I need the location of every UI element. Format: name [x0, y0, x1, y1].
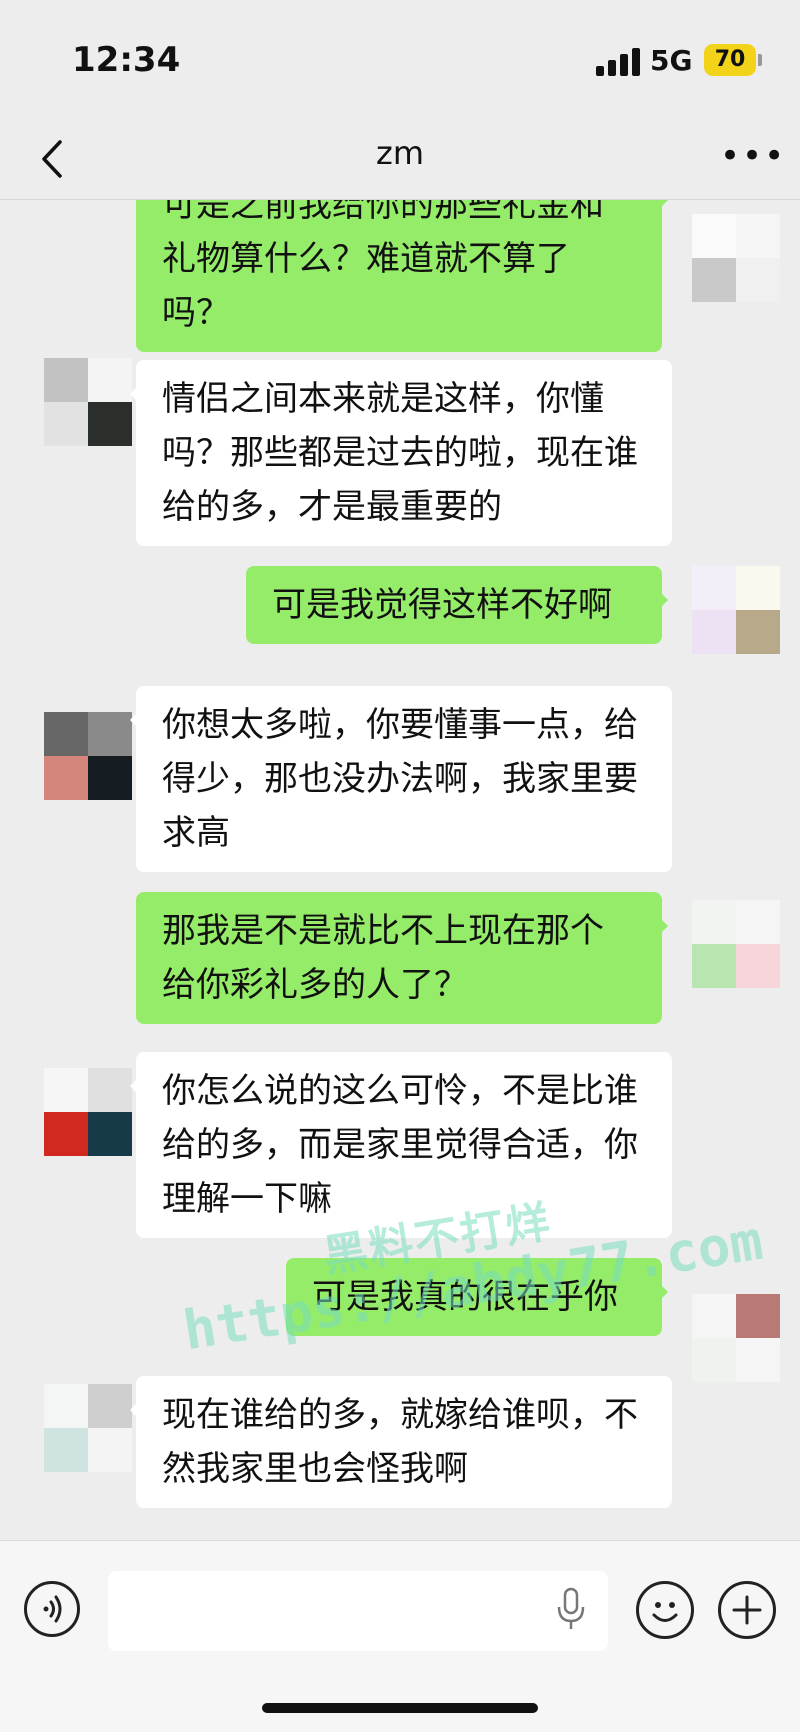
message-received[interactable]: 你怎么说的这么可怜，不是比谁给的多，而是家里觉得合适，你理解一下嘛: [130, 1052, 672, 1238]
my-avatar[interactable]: [692, 566, 780, 654]
message-text: 你怎么说的这么可怜，不是比谁给的多，而是家里觉得合适，你理解一下嘛: [162, 1071, 638, 1219]
message-text: 现在谁给的多，就嫁给谁呗，不然我家里也会怪我啊: [162, 1395, 638, 1489]
contact-avatar[interactable]: [44, 1068, 132, 1156]
message-text: 可是我觉得这样不好啊: [272, 585, 612, 625]
more-icon[interactable]: •••: [720, 136, 784, 180]
message-sent[interactable]: 可是我觉得这样不好啊: [246, 566, 668, 644]
input-bar: [0, 1540, 800, 1732]
battery-cap: [758, 54, 762, 66]
contact-avatar[interactable]: [44, 712, 132, 800]
message-sent[interactable]: 可是我真的很在乎你: [286, 1258, 668, 1336]
emoji-icon[interactable]: [636, 1581, 694, 1639]
message-received[interactable]: 情侣之间本来就是这样，你懂吗？那些都是过去的啦，现在谁给的多，才是最重要的: [130, 360, 672, 546]
message-text: 可是我真的很在乎你: [312, 1277, 618, 1317]
message-text: 情侣之间本来就是这样，你懂吗？那些都是过去的啦，现在谁给的多，才是最重要的: [162, 379, 638, 527]
signal-icon: [596, 48, 640, 76]
contact-avatar[interactable]: [44, 1384, 132, 1472]
network-type: 5G: [650, 44, 693, 77]
message-received[interactable]: 你想太多啦，你要懂事一点，给得少，那也没办法啊，我家里要求高: [130, 686, 672, 872]
mic-icon[interactable]: [556, 1587, 586, 1633]
status-bar: 12:34 5G 70: [0, 0, 800, 120]
message-sent[interactable]: 那我是不是就比不上现在那个给你彩礼多的人了？: [136, 892, 668, 1024]
chat-header: zm •••: [0, 120, 800, 200]
battery-icon: 70: [704, 44, 756, 76]
status-time: 12:34: [72, 40, 181, 80]
my-avatar[interactable]: [692, 1294, 780, 1382]
my-avatar[interactable]: [692, 214, 780, 302]
chat-title: zm: [376, 134, 424, 172]
message-text: 那我是不是就比不上现在那个给你彩礼多的人了？: [162, 911, 604, 1005]
message-sent[interactable]: 可是之前我给你的那些礼金和礼物算什么？难道就不算了吗？: [136, 200, 668, 352]
home-indicator[interactable]: [262, 1703, 538, 1713]
message-text: 可是之前我给你的那些礼金和礼物算什么？难道就不算了吗？: [162, 200, 604, 333]
contact-avatar[interactable]: [44, 358, 132, 446]
message-text: 你想太多啦，你要懂事一点，给得少，那也没办法啊，我家里要求高: [162, 705, 638, 853]
my-avatar[interactable]: [692, 900, 780, 988]
message-input[interactable]: [108, 1571, 608, 1651]
voice-icon[interactable]: [24, 1581, 80, 1637]
plus-icon[interactable]: [718, 1581, 776, 1639]
message-received[interactable]: 现在谁给的多，就嫁给谁呗，不然我家里也会怪我啊: [130, 1376, 672, 1508]
message-list[interactable]: 可是之前我给你的那些礼金和礼物算什么？难道就不算了吗？ 情侣之间本来就是这样，你…: [0, 200, 800, 1540]
